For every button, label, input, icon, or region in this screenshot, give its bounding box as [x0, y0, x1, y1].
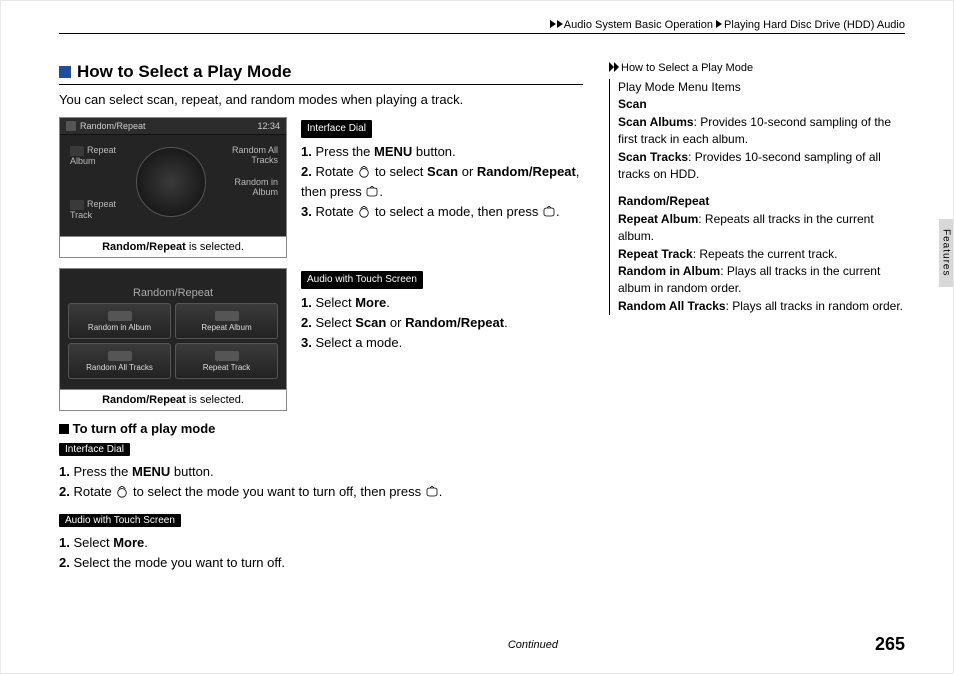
screenshot-1-caption: Random/Repeat is selected. [59, 237, 287, 258]
press-enter-icon [365, 184, 379, 196]
double-chevron-icon [609, 62, 621, 75]
random-in-album-icon [108, 311, 132, 321]
page-number: 265 [875, 634, 905, 655]
section-title-row: How to Select a Play Mode [59, 62, 583, 85]
label-repeat-album: Repeat Album [70, 145, 130, 166]
repeat-track-icon [215, 351, 239, 361]
off-touch-step-2: 2. Select the mode you want to turn off. [59, 553, 583, 573]
rotate-dial-icon [357, 164, 371, 176]
screenshot-2: Random/Repeat Random in Album Repeat Alb… [59, 268, 287, 390]
row-touch-screen: Random/Repeat Random in Album Repeat Alb… [59, 268, 583, 411]
label-random-in: Random in Album [218, 177, 278, 197]
screenshot-2-box: Random/Repeat Random in Album Repeat Alb… [59, 268, 287, 411]
dial-step-1: 1. Press the MENU button. [301, 142, 583, 162]
crumb-1: Audio System Basic Operation [564, 19, 713, 31]
off-dial-step-2: 2. Rotate to select the mode you want to… [59, 482, 583, 502]
main-column: How to Select a Play Mode You can select… [59, 62, 583, 581]
section-tab-features: Features [939, 219, 953, 287]
section-title: How to Select a Play Mode [77, 62, 291, 82]
repeat-album-icon [215, 311, 239, 321]
rotate-dial-icon [357, 204, 371, 216]
dial-step-2: 2. Rotate to select Scan or Random/Repea… [301, 162, 583, 202]
off-touch-step-1: 1. Select More. [59, 533, 583, 553]
intro-text: You can select scan, repeat, and random … [59, 91, 583, 109]
chevron-right-icon [550, 19, 564, 31]
crumb-2: Playing Hard Disc Drive (HDD) Audio [724, 19, 905, 31]
tile-grid: Random in Album Repeat Album Random All … [68, 303, 278, 379]
screenshot-1-box: Random/Repeat 12:34 Repeat Album Repeat … [59, 117, 287, 258]
tile-repeat-album: Repeat Album [175, 303, 278, 339]
chevron-right-icon [716, 19, 724, 31]
tile-repeat-track: Repeat Track [175, 343, 278, 379]
screenshot-2-body: Random/Repeat Random in Album Repeat Alb… [68, 287, 278, 381]
square-marker-icon [59, 66, 71, 78]
off-dial-steps: 1. Press the MENU button. 2. Rotate to s… [59, 462, 583, 502]
side-p1: Play Mode Menu Items Scan Scan Albums: P… [618, 79, 905, 183]
square-marker-icon [59, 424, 69, 434]
breadcrumb: Audio System Basic Operation Playing Har… [59, 19, 905, 34]
tile-random-in-album: Random in Album [68, 303, 171, 339]
touch-step-1: 1. Select More. [301, 293, 583, 313]
repeat-track-icon [70, 200, 84, 210]
side-column: How to Select a Play Mode Play Mode Menu… [609, 62, 905, 581]
pill-interface-dial: Interface Dial [301, 120, 372, 138]
screenshot-2-title: Random/Repeat [68, 287, 278, 299]
off-touch-steps: 1. Select More. 2. Select the mode you w… [59, 533, 583, 573]
pill-interface-dial-2: Interface Dial [59, 443, 130, 456]
label-repeat-track: Repeat Track [70, 199, 130, 220]
pill-touch: Audio with Touch Screen [301, 271, 423, 289]
screenshot-1-titlebar: Random/Repeat 12:34 [60, 118, 286, 135]
off-dial-step-1: 1. Press the MENU button. [59, 462, 583, 482]
repeat-album-icon [70, 146, 84, 156]
steps-touch: Audio with Touch Screen 1. Select More. … [301, 268, 583, 411]
manual-page: Audio System Basic Operation Playing Har… [0, 0, 954, 674]
rotate-dial-icon [115, 484, 129, 496]
touch-step-2: 2. Select Scan or Random/Repeat. [301, 313, 583, 333]
screenshot-2-caption: Random/Repeat is selected. [59, 390, 287, 411]
tile-random-all-tracks: Random All Tracks [68, 343, 171, 379]
screenshot-1: Random/Repeat 12:34 Repeat Album Repeat … [59, 117, 287, 237]
continued-label: Continued [508, 639, 558, 651]
random-all-icon [108, 351, 132, 361]
screenshot-1-clock: 12:34 [257, 121, 280, 131]
steps-interface-dial: Interface Dial 1. Press the MENU button.… [301, 117, 583, 258]
dial-step-3: 3. Rotate to select a mode, then press . [301, 202, 583, 222]
music-icon [66, 121, 76, 131]
side-heading: How to Select a Play Mode [609, 62, 905, 75]
side-panel: Play Mode Menu Items Scan Scan Albums: P… [609, 79, 905, 315]
press-enter-icon [542, 204, 556, 216]
label-random-all: Random All Tracks [218, 145, 278, 165]
content-row: How to Select a Play Mode You can select… [59, 62, 905, 581]
turn-off-heading: To turn off a play mode [59, 421, 583, 436]
side-p2: Random/Repeat Repeat Album: Repeats all … [618, 193, 905, 315]
press-enter-icon [425, 484, 439, 496]
row-interface-dial: Random/Repeat 12:34 Repeat Album Repeat … [59, 117, 583, 258]
dial-circle-icon [136, 147, 206, 217]
screenshot-1-body: Repeat Album Repeat Track Random All Tra… [60, 135, 286, 235]
touch-step-3: 3. Select a mode. [301, 333, 583, 353]
screenshot-1-title: Random/Repeat [80, 121, 146, 131]
pill-touch-2: Audio with Touch Screen [59, 514, 181, 527]
